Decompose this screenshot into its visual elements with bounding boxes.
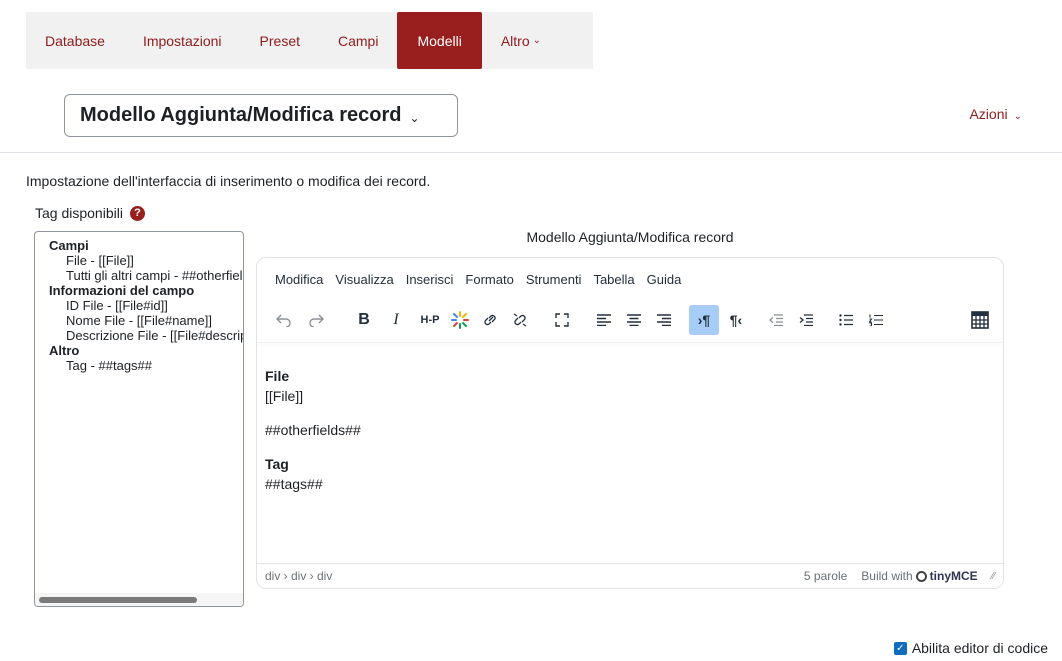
menu-modifica[interactable]: Modifica bbox=[275, 272, 323, 287]
secondary-navigation: Database Impostazioni Preset Campi Model… bbox=[26, 12, 593, 69]
fullscreen-icon[interactable] bbox=[547, 305, 577, 335]
branding-text: Build with bbox=[861, 569, 913, 583]
template-selector[interactable]: Modello Aggiunta/Modifica record ⌄ bbox=[64, 94, 458, 137]
content-paragraph: ##otherfields## bbox=[265, 422, 361, 438]
tag-group-label: Informazioni del campo bbox=[49, 283, 195, 298]
outdent-icon[interactable] bbox=[761, 305, 791, 335]
ltr-icon[interactable]: ›¶ bbox=[689, 305, 719, 335]
branding-name: tinyMCE bbox=[929, 569, 978, 583]
chevron-down-icon: ⌄ bbox=[409, 110, 420, 125]
tab-impostazioni[interactable]: Impostazioni bbox=[124, 12, 241, 69]
tag-group-label: Campi bbox=[49, 238, 89, 253]
tab-label: Modelli bbox=[417, 32, 462, 49]
code-editor-toggle[interactable]: ✓ Abilita editor di codice bbox=[893, 640, 1048, 656]
align-center-icon[interactable] bbox=[619, 305, 649, 335]
tag-option[interactable]: Nome File - [[File#name]] bbox=[49, 313, 243, 328]
available-tags-text: Tag disponibili bbox=[35, 205, 123, 221]
actions-menu-label: Azioni bbox=[969, 106, 1008, 122]
tab-label: Altro bbox=[500, 32, 530, 49]
indent-icon[interactable] bbox=[791, 305, 821, 335]
tab-campi[interactable]: Campi bbox=[319, 12, 397, 69]
code-editor-label: Abilita editor di codice bbox=[911, 640, 1048, 656]
align-right-icon[interactable] bbox=[649, 305, 679, 335]
editor-title: Modello Aggiunta/Modifica record bbox=[526, 229, 734, 245]
tag-option[interactable]: ID File - [[File#id]] bbox=[49, 298, 243, 313]
tag-option[interactable]: File - [[File]] bbox=[49, 253, 243, 268]
toolbar-divider bbox=[257, 342, 1003, 343]
menu-formato[interactable]: Formato bbox=[465, 272, 513, 287]
resize-handle-icon[interactable]: ⁄⁄ bbox=[992, 571, 995, 582]
content-heading: File bbox=[265, 368, 290, 384]
tag-option[interactable]: Tutti gli altri campi - ##otherfields## bbox=[49, 268, 243, 283]
tab-label: Preset bbox=[259, 32, 300, 49]
menu-strumenti[interactable]: Strumenti bbox=[526, 272, 582, 287]
bullet-list-icon[interactable] bbox=[831, 305, 861, 335]
tab-altro[interactable]: Altro ⌄ bbox=[482, 12, 560, 69]
editor-content-area[interactable]: File [[File]] ##otherfields## Tag ##tags… bbox=[265, 366, 361, 494]
checkbox-checked-icon[interactable]: ✓ bbox=[893, 641, 907, 655]
chevron-down-icon: ⌄ bbox=[1013, 111, 1022, 122]
content-paragraph: ##tags## bbox=[265, 476, 323, 492]
editor-statusbar: div › div › div 5 parole Build with tiny… bbox=[257, 563, 1003, 588]
undo-icon[interactable] bbox=[269, 305, 299, 335]
tab-label: Campi bbox=[338, 32, 379, 49]
tab-preset[interactable]: Preset bbox=[241, 12, 319, 69]
editor-toolbar: B I H-P ›¶ ¶‹ bbox=[269, 303, 1003, 337]
numbered-list-icon[interactable] bbox=[861, 305, 891, 335]
content-heading: Tag bbox=[265, 456, 289, 472]
tag-group-label: Altro bbox=[49, 343, 80, 358]
menu-visualizza[interactable]: Visualizza bbox=[335, 272, 393, 287]
template-selector-label: Modello Aggiunta/Modifica record bbox=[80, 104, 402, 126]
tab-database[interactable]: Database bbox=[26, 12, 124, 69]
bold-icon[interactable]: B bbox=[349, 305, 379, 335]
chevron-down-icon: ⌄ bbox=[532, 35, 542, 46]
tag-option[interactable]: Descrizione File - [[File#description]] bbox=[49, 328, 243, 343]
divider bbox=[0, 152, 1062, 153]
media-icon[interactable] bbox=[445, 305, 475, 335]
tab-modelli[interactable]: Modelli bbox=[397, 12, 482, 69]
tag-option[interactable]: Tag - ##tags## bbox=[49, 358, 243, 373]
horizontal-scrollbar[interactable] bbox=[35, 593, 243, 606]
link-icon[interactable] bbox=[475, 305, 505, 335]
rich-text-editor: Modifica Visualizza Inserisci Formato St… bbox=[256, 257, 1004, 589]
align-left-icon[interactable] bbox=[589, 305, 619, 335]
tinymce-branding[interactable]: Build with tinyMCE bbox=[861, 569, 977, 583]
tinymce-logo-icon bbox=[915, 570, 927, 582]
element-path[interactable]: div › div › div bbox=[265, 569, 332, 583]
word-count[interactable]: 5 parole bbox=[804, 569, 847, 583]
content-paragraph: [[File]] bbox=[265, 388, 304, 404]
template-description: Impostazione dell'interfaccia di inserim… bbox=[26, 173, 431, 189]
menu-tabella[interactable]: Tabella bbox=[593, 272, 634, 287]
actions-menu[interactable]: Azioni ⌄ bbox=[969, 106, 1022, 122]
scrollbar-thumb[interactable] bbox=[39, 597, 197, 603]
menu-inserisci[interactable]: Inserisci bbox=[406, 272, 454, 287]
redo-icon[interactable] bbox=[301, 305, 331, 335]
available-tags-label: Tag disponibili ? bbox=[35, 205, 145, 221]
menu-guida[interactable]: Guida bbox=[647, 272, 682, 287]
rtl-icon[interactable]: ¶‹ bbox=[721, 305, 751, 335]
unlink-icon[interactable] bbox=[505, 305, 535, 335]
calculator-icon[interactable] bbox=[965, 305, 995, 335]
tab-label: Database bbox=[45, 32, 105, 49]
h5p-icon[interactable]: H-P bbox=[415, 305, 445, 335]
help-icon[interactable]: ? bbox=[129, 205, 145, 221]
editor-menubar: Modifica Visualizza Inserisci Formato St… bbox=[275, 272, 693, 287]
available-tags-list[interactable]: Campi File - [[File]] Tutti gli altri ca… bbox=[34, 231, 244, 607]
tab-label: Impostazioni bbox=[142, 32, 222, 49]
italic-icon[interactable]: I bbox=[381, 305, 411, 335]
